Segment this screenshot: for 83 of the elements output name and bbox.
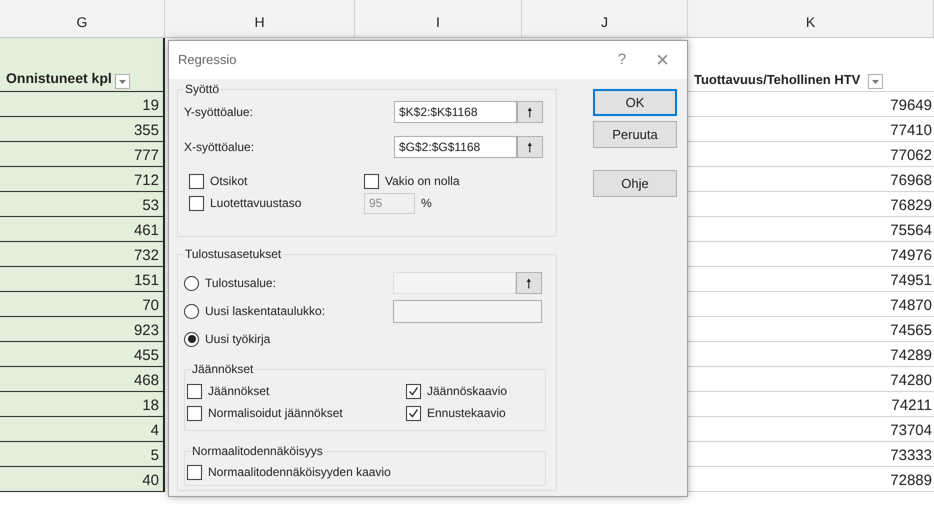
table-cell: 74870	[688, 292, 934, 317]
percent-label: %	[421, 195, 432, 212]
table-cell: 74211	[688, 392, 934, 417]
collapse-range-button[interactable]: 🠕	[517, 136, 543, 158]
table-cell: 468	[0, 367, 163, 392]
table-cell: 18	[0, 392, 163, 417]
dialog-button[interactable]: Ohje	[593, 170, 677, 197]
close-button[interactable]: ×	[656, 49, 669, 71]
range-field[interactable]: $G$2:$G$1168	[394, 136, 517, 158]
radio-button[interactable]	[184, 276, 199, 290]
table-cell: 5	[0, 442, 163, 467]
output-range-field[interactable]	[393, 272, 516, 294]
checkmark-icon	[408, 408, 419, 418]
field-label: X-syöttöalue:	[184, 139, 256, 156]
checkbox-label: Jäännökset	[208, 383, 270, 400]
dialog-button[interactable]: OK	[593, 89, 677, 116]
collapse-range-button[interactable]: 🠕	[517, 101, 543, 123]
dialog-button[interactable]: Peruuta	[593, 121, 677, 148]
table-cell: 53	[0, 192, 163, 217]
collapse-range-button[interactable]: 🠕	[516, 272, 542, 294]
column-header[interactable]: I	[355, 0, 522, 37]
help-button[interactable]: ?	[618, 48, 626, 72]
filter-dropdown[interactable]	[868, 74, 884, 89]
table-cell: 70	[0, 292, 163, 317]
checkbox-label: Vakio on nolla	[385, 173, 460, 190]
table-cell: 76829	[688, 192, 934, 217]
table-cell: 77062	[688, 142, 934, 167]
radio-label: Uusi laskentataulukko:	[205, 303, 326, 320]
column-header[interactable]: J	[522, 0, 688, 37]
table-cell: 76968	[688, 167, 934, 192]
table-cell: 777	[0, 142, 163, 167]
checkbox-label: Normaalitodennäköisyyden kaavio	[208, 464, 391, 481]
checkbox[interactable]	[187, 406, 202, 420]
checkbox[interactable]	[364, 174, 379, 188]
table-cell: 355	[0, 117, 163, 142]
group-title: Normaalitodennäköisyys	[191, 443, 324, 459]
table-cell: 74280	[688, 367, 934, 392]
checkbox-label: Jäännöskaavio	[427, 383, 508, 400]
checkbox[interactable]	[187, 464, 202, 480]
checkbox[interactable]	[406, 406, 421, 420]
table-cell: 74976	[688, 242, 934, 267]
table-cell: 74289	[688, 342, 934, 367]
table-cell: 73333	[688, 442, 934, 467]
radio-button[interactable]	[184, 332, 199, 346]
table-cell: 79649	[688, 92, 934, 117]
range-field[interactable]: $K$2:$K$1168	[394, 101, 517, 123]
checkbox-label: Otsikot	[210, 173, 248, 190]
radio-label: Tulostusalue:	[205, 275, 276, 292]
checkmark-icon	[408, 386, 419, 396]
column-title: Tuottavuus/Tehollinen HTV	[694, 70, 860, 88]
table-cell: 461	[0, 217, 163, 242]
column-title: Onnistuneet kpl	[6, 69, 112, 88]
table-cell: 732	[0, 242, 163, 267]
checkbox-label: Luotettavuustaso	[210, 195, 302, 212]
checkbox[interactable]	[189, 174, 204, 188]
table-cell: 19	[0, 92, 163, 117]
column-header[interactable]: H	[165, 0, 355, 37]
column-header[interactable]: G	[0, 0, 165, 37]
column-header[interactable]: K	[688, 0, 934, 37]
radio-label: Uusi työkirja	[205, 331, 270, 348]
table-cell: 73704	[688, 417, 934, 442]
table-cell: 77410	[688, 117, 934, 142]
table-cell: 712	[0, 167, 163, 192]
checkbox-label: Ennustekaavio	[427, 405, 506, 422]
table-cell: 72889	[688, 467, 934, 492]
table-cell: 74951	[688, 267, 934, 292]
table-cell: 74565	[688, 317, 934, 342]
checkbox-label: Normalisoidut jäännökset	[208, 405, 343, 422]
table-cell: 75564	[688, 217, 934, 242]
caret-icon	[872, 80, 880, 84]
filter-dropdown[interactable]	[114, 74, 130, 89]
field-label: Y-syöttöalue:	[184, 104, 254, 121]
checkbox[interactable]	[406, 384, 421, 398]
table-cell: 4	[0, 417, 163, 442]
radio-button[interactable]	[184, 304, 199, 318]
dialog-title: Regressio	[178, 51, 238, 70]
table-cell: 455	[0, 342, 163, 367]
table-cell: 151	[0, 267, 163, 292]
checkbox[interactable]	[187, 384, 202, 398]
table-cell: 40	[0, 467, 163, 492]
sheet-name-field[interactable]	[393, 300, 542, 322]
table-cell: 923	[0, 317, 163, 342]
caret-icon	[118, 80, 126, 84]
